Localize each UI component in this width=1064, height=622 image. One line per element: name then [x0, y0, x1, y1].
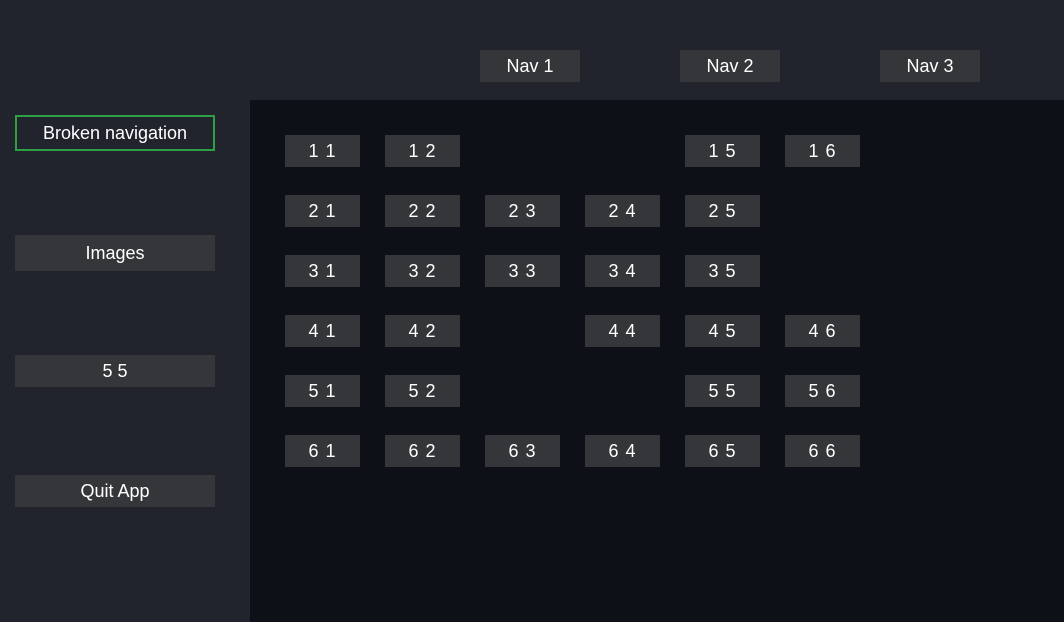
grid-button-5-5[interactable]: 5 5 — [685, 375, 760, 407]
sidebar-item-5-5[interactable]: 5 5 — [15, 355, 215, 387]
grid-button-4-6[interactable]: 4 6 — [785, 315, 860, 347]
grid-button-2-2[interactable]: 2 2 — [385, 195, 460, 227]
nav-3-button[interactable]: Nav 3 — [880, 50, 980, 82]
grid-button-1-2[interactable]: 1 2 — [385, 135, 460, 167]
images-button[interactable]: Images — [15, 235, 215, 271]
grid-button-6-6[interactable]: 6 6 — [785, 435, 860, 467]
grid-button-3-2[interactable]: 3 2 — [385, 255, 460, 287]
grid-button-5-1[interactable]: 5 1 — [285, 375, 360, 407]
grid-button-2-4[interactable]: 2 4 — [585, 195, 660, 227]
app-window: Nav 1 Nav 2 Nav 3 Broken navigation Imag… — [0, 0, 1064, 622]
grid-area: 1 1 1 2 1 5 1 6 2 1 2 2 2 3 2 4 2 5 3 1 3 2 3 3 3 4 3… — [250, 100, 1064, 622]
top-bar: Nav 1 Nav 2 Nav 3 — [0, 0, 1064, 100]
grid-button-6-4[interactable]: 6 4 — [585, 435, 660, 467]
grid-button-2-3[interactable]: 2 3 — [485, 195, 560, 227]
grid-button-3-5[interactable]: 3 5 — [685, 255, 760, 287]
grid-button-4-2[interactable]: 4 2 — [385, 315, 460, 347]
grid-button-3-1[interactable]: 3 1 — [285, 255, 360, 287]
grid-button-6-2[interactable]: 6 2 — [385, 435, 460, 467]
grid-button-2-5[interactable]: 2 5 — [685, 195, 760, 227]
nav-2-button[interactable]: Nav 2 — [680, 50, 780, 82]
grid-button-5-6[interactable]: 5 6 — [785, 375, 860, 407]
grid-button-1-6[interactable]: 1 6 — [785, 135, 860, 167]
grid-button-2-1[interactable]: 2 1 — [285, 195, 360, 227]
grid-button-3-3[interactable]: 3 3 — [485, 255, 560, 287]
grid-button-4-4[interactable]: 4 4 — [585, 315, 660, 347]
broken-navigation-button[interactable]: Broken navigation — [15, 115, 215, 151]
grid-button-4-1[interactable]: 4 1 — [285, 315, 360, 347]
grid-button-6-5[interactable]: 6 5 — [685, 435, 760, 467]
nav-1-button[interactable]: Nav 1 — [480, 50, 580, 82]
grid-button-3-4[interactable]: 3 4 — [585, 255, 660, 287]
grid-button-6-1[interactable]: 6 1 — [285, 435, 360, 467]
grid-button-4-5[interactable]: 4 5 — [685, 315, 760, 347]
quit-app-button[interactable]: Quit App — [15, 475, 215, 507]
grid-button-1-1[interactable]: 1 1 — [285, 135, 360, 167]
grid-button-5-2[interactable]: 5 2 — [385, 375, 460, 407]
grid-button-6-3[interactable]: 6 3 — [485, 435, 560, 467]
grid-button-1-5[interactable]: 1 5 — [685, 135, 760, 167]
